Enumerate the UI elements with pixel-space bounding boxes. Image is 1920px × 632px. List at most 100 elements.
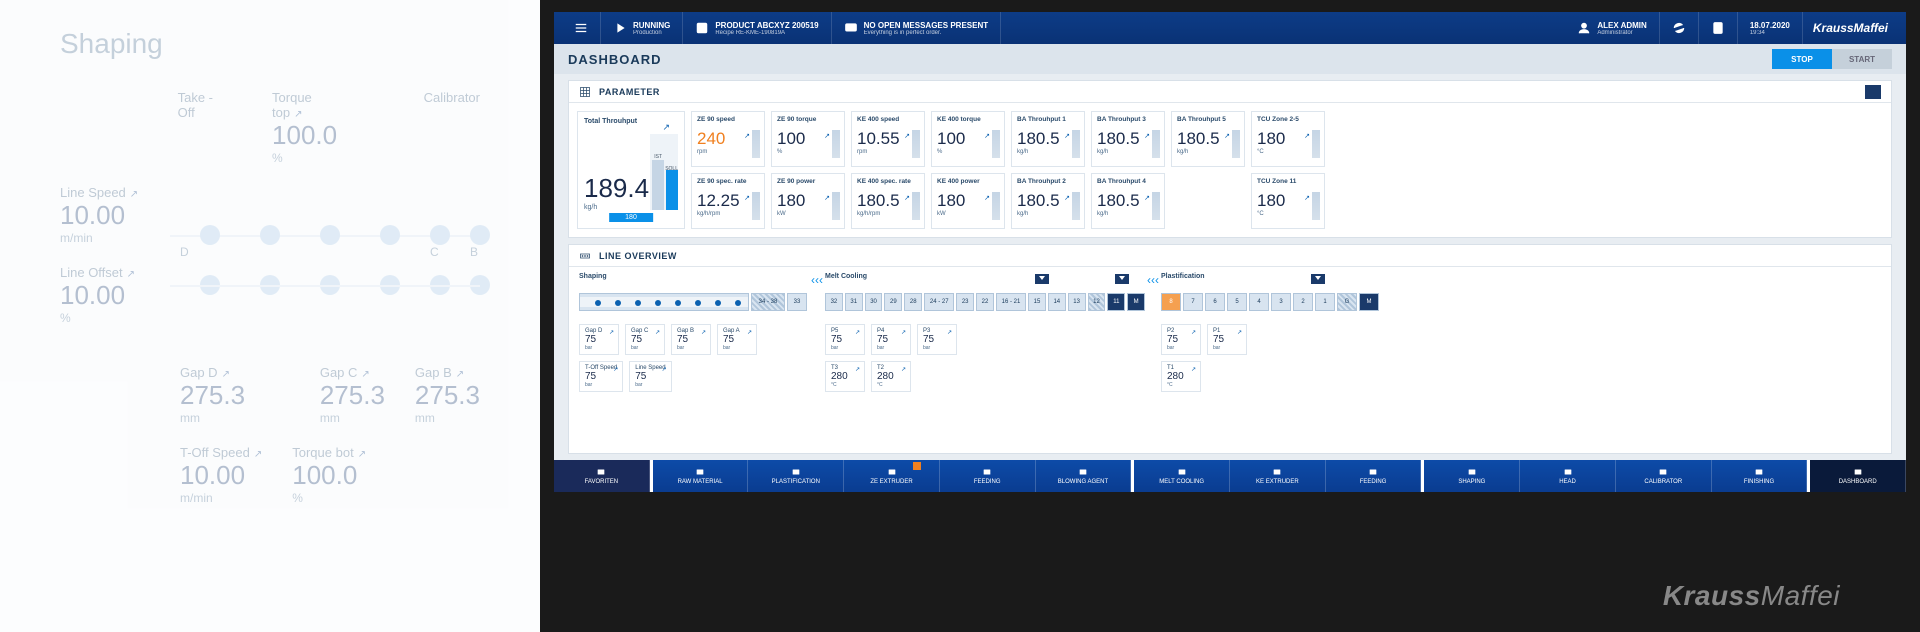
zone-segment[interactable]: 23 <box>956 293 974 311</box>
bg-calibrator-label: Calibrator <box>424 90 480 185</box>
nav-icon <box>1367 467 1379 477</box>
nav-item-melt-cooling[interactable]: MELT COOLING <box>1134 460 1230 492</box>
bg-torque-top: Torque top↗ 100.0 % <box>272 90 344 165</box>
nav-item-shaping[interactable]: SHAPING <box>1424 460 1520 492</box>
measurement-tile[interactable]: Gap C ↗ 75 bar <box>625 324 665 355</box>
measurement-tile[interactable]: T2 ↗ 280 °C <box>871 361 911 392</box>
nav-item-calibrator[interactable]: CALIBRATOR <box>1616 460 1712 492</box>
nav-item-ze-extruder[interactable]: ZE EXTRUDER <box>844 460 940 492</box>
zone-segment[interactable]: G <box>1337 293 1357 311</box>
notes-button[interactable] <box>1699 12 1738 44</box>
nav-item-feeding[interactable]: FEEDING <box>940 460 1036 492</box>
param-tile[interactable]: ZE 90 torque 100 % ↗ <box>771 111 845 167</box>
melt-cooling-section: Melt Cooling 323130292824 - 27232216 - 2… <box>825 273 1145 392</box>
expand-icon: ↗ <box>744 132 750 140</box>
param-tile[interactable]: KE 400 speed 10.55 rpm ↗ <box>851 111 925 167</box>
zone-segment[interactable]: 13 <box>1068 293 1086 311</box>
zone-segment[interactable]: 32 <box>825 293 843 311</box>
zone-segment[interactable]: 33 <box>787 293 807 311</box>
nav-icon <box>1271 467 1283 477</box>
expand-icon: ↗ <box>824 194 830 202</box>
zone-segment[interactable]: 31 <box>845 293 863 311</box>
zone-segment[interactable]: 30 <box>865 293 883 311</box>
zone-segment[interactable]: 3 <box>1271 293 1291 311</box>
measurement-tile[interactable]: T1 ↗ 280 °C <box>1161 361 1201 392</box>
expand-icon: ↗ <box>855 366 860 373</box>
nav-item-finishing[interactable]: FINISHING <box>1712 460 1808 492</box>
menu-button[interactable] <box>562 12 601 44</box>
expand-icon: ↗ <box>662 122 670 133</box>
messages-info[interactable]: NO OPEN MESSAGES PRESENTEverything is in… <box>832 12 1001 44</box>
zone-segment[interactable]: 34 - 38 <box>751 293 785 311</box>
collapse-button[interactable] <box>1865 85 1881 99</box>
measurement-tile[interactable]: Gap B ↗ 75 bar <box>671 324 711 355</box>
product-info[interactable]: PRODUCT ABCXYZ 200519Recipe RE-KME-19081… <box>683 12 831 44</box>
total-throughput-tile[interactable]: Total Throuhput IST SOLL ↗ 189.4 kg/h 18… <box>577 111 685 229</box>
param-tile[interactable]: KE 400 power 180 kW ↗ <box>931 173 1005 229</box>
overview-icon <box>579 250 591 262</box>
measurement-tile[interactable]: T3 ↗ 280 °C <box>825 361 865 392</box>
nav-icon <box>1852 467 1864 477</box>
nav-item-blowing-agent[interactable]: BLOWING AGENT <box>1036 460 1132 492</box>
nav-item-head[interactable]: HEAD <box>1520 460 1616 492</box>
zone-segment[interactable]: 12 <box>1088 293 1106 311</box>
start-button[interactable]: START <box>1832 49 1892 69</box>
nav-item-dashboard[interactable]: DASHBOARD <box>1810 460 1906 492</box>
zone-segment[interactable]: 6 <box>1205 293 1225 311</box>
subheader: DASHBOARD STOP START <box>554 44 1906 74</box>
param-tile[interactable]: BA Throuhput 1 180.5 kg/h ↗ <box>1011 111 1085 167</box>
param-tile[interactable]: TCU Zone 2-5 180 °C ↗ <box>1251 111 1325 167</box>
param-tile[interactable]: BA Throuhput 3 180.5 kg/h ↗ <box>1091 111 1165 167</box>
zone-segment[interactable]: 22 <box>976 293 994 311</box>
zone-segment[interactable]: 29 <box>884 293 902 311</box>
measurement-tile[interactable]: T-Off Speed ↗ 75 bar <box>579 361 623 392</box>
parameter-panel: PARAMETER Total Throuhput IST SOLL ↗ 189… <box>568 80 1892 238</box>
zone-segment[interactable]: 2 <box>1293 293 1313 311</box>
zone-segment[interactable]: 11 <box>1107 293 1125 311</box>
zone-segment[interactable]: 14 <box>1048 293 1066 311</box>
param-tile[interactable]: ZE 90 speed 240 rpm ↗ <box>691 111 765 167</box>
zone-segment[interactable]: 8 <box>1161 293 1181 311</box>
zone-segment[interactable]: 28 <box>904 293 922 311</box>
nav-item-ke-extruder[interactable]: KE EXTRUDER <box>1230 460 1326 492</box>
zone-segment[interactable]: 7 <box>1183 293 1203 311</box>
zone-segment[interactable]: 1 <box>1315 293 1335 311</box>
param-tile[interactable]: ZE 90 power 180 kW ↗ <box>771 173 845 229</box>
zone-segment[interactable]: 24 - 27 <box>924 293 954 311</box>
zone-segment[interactable]: 4 <box>1249 293 1269 311</box>
measurement-tile[interactable]: Gap A ↗ 75 bar <box>717 324 757 355</box>
measurement-tile[interactable]: P5 ↗ 75 bar <box>825 324 865 355</box>
measurement-tile[interactable]: P3 ↗ 75 bar <box>917 324 957 355</box>
bg-line-diagram: D C B <box>170 205 480 325</box>
zone-segment[interactable]: 15 <box>1028 293 1046 311</box>
zone-segment[interactable]: 16 - 21 <box>996 293 1026 311</box>
param-tile[interactable]: BA Throuhput 4 180.5 kg/h ↗ <box>1091 173 1165 229</box>
sync-button[interactable] <box>1660 12 1699 44</box>
parameter-title: PARAMETER <box>599 87 660 97</box>
nav-icon <box>694 467 706 477</box>
param-tile[interactable]: BA Throuhput 5 180.5 kg/h ↗ <box>1171 111 1245 167</box>
user-info[interactable]: ALEX ADMINAdministrator <box>1565 12 1659 44</box>
measurement-tile[interactable]: P4 ↗ 75 bar <box>871 324 911 355</box>
measurement-tile[interactable]: Line Speed ↗ 75 bar <box>629 361 671 392</box>
param-tile[interactable]: TCU Zone 11 180 °C ↗ <box>1251 173 1325 229</box>
measurement-tile[interactable]: P1 ↗ 75 bar <box>1207 324 1247 355</box>
zone-segment[interactable]: M <box>1127 293 1145 311</box>
zone-segment[interactable]: 5 <box>1227 293 1247 311</box>
param-tile[interactable]: ZE 90 spec. rate 12.25 kg/h/rpm ↗ <box>691 173 765 229</box>
measurement-tile[interactable]: Gap D ↗ 75 bar <box>579 324 619 355</box>
nav-item-feeding[interactable]: FEEDING <box>1326 460 1422 492</box>
param-tile[interactable]: KE 400 spec. rate 180.5 kg/h/rpm ↗ <box>851 173 925 229</box>
nav-item-raw-material[interactable]: RAW MATERIAL <box>653 460 749 492</box>
expand-icon: ↗ <box>609 329 614 336</box>
measurement-tile[interactable]: P2 ↗ 75 bar <box>1161 324 1201 355</box>
expand-icon: ↗ <box>855 329 860 336</box>
stop-button[interactable]: STOP <box>1772 49 1832 69</box>
status-running[interactable]: RUNNINGProduction <box>601 12 683 44</box>
param-tile[interactable]: KE 400 torque 100 % ↗ <box>931 111 1005 167</box>
nav-item-plastification[interactable]: PLASTIFICATION <box>748 460 844 492</box>
warning-icon <box>913 462 921 470</box>
param-tile[interactable]: BA Throuhput 2 180.5 kg/h ↗ <box>1011 173 1085 229</box>
nav-item-favoriten[interactable]: FAVORITEN <box>554 460 650 492</box>
zone-segment[interactable]: M <box>1359 293 1379 311</box>
